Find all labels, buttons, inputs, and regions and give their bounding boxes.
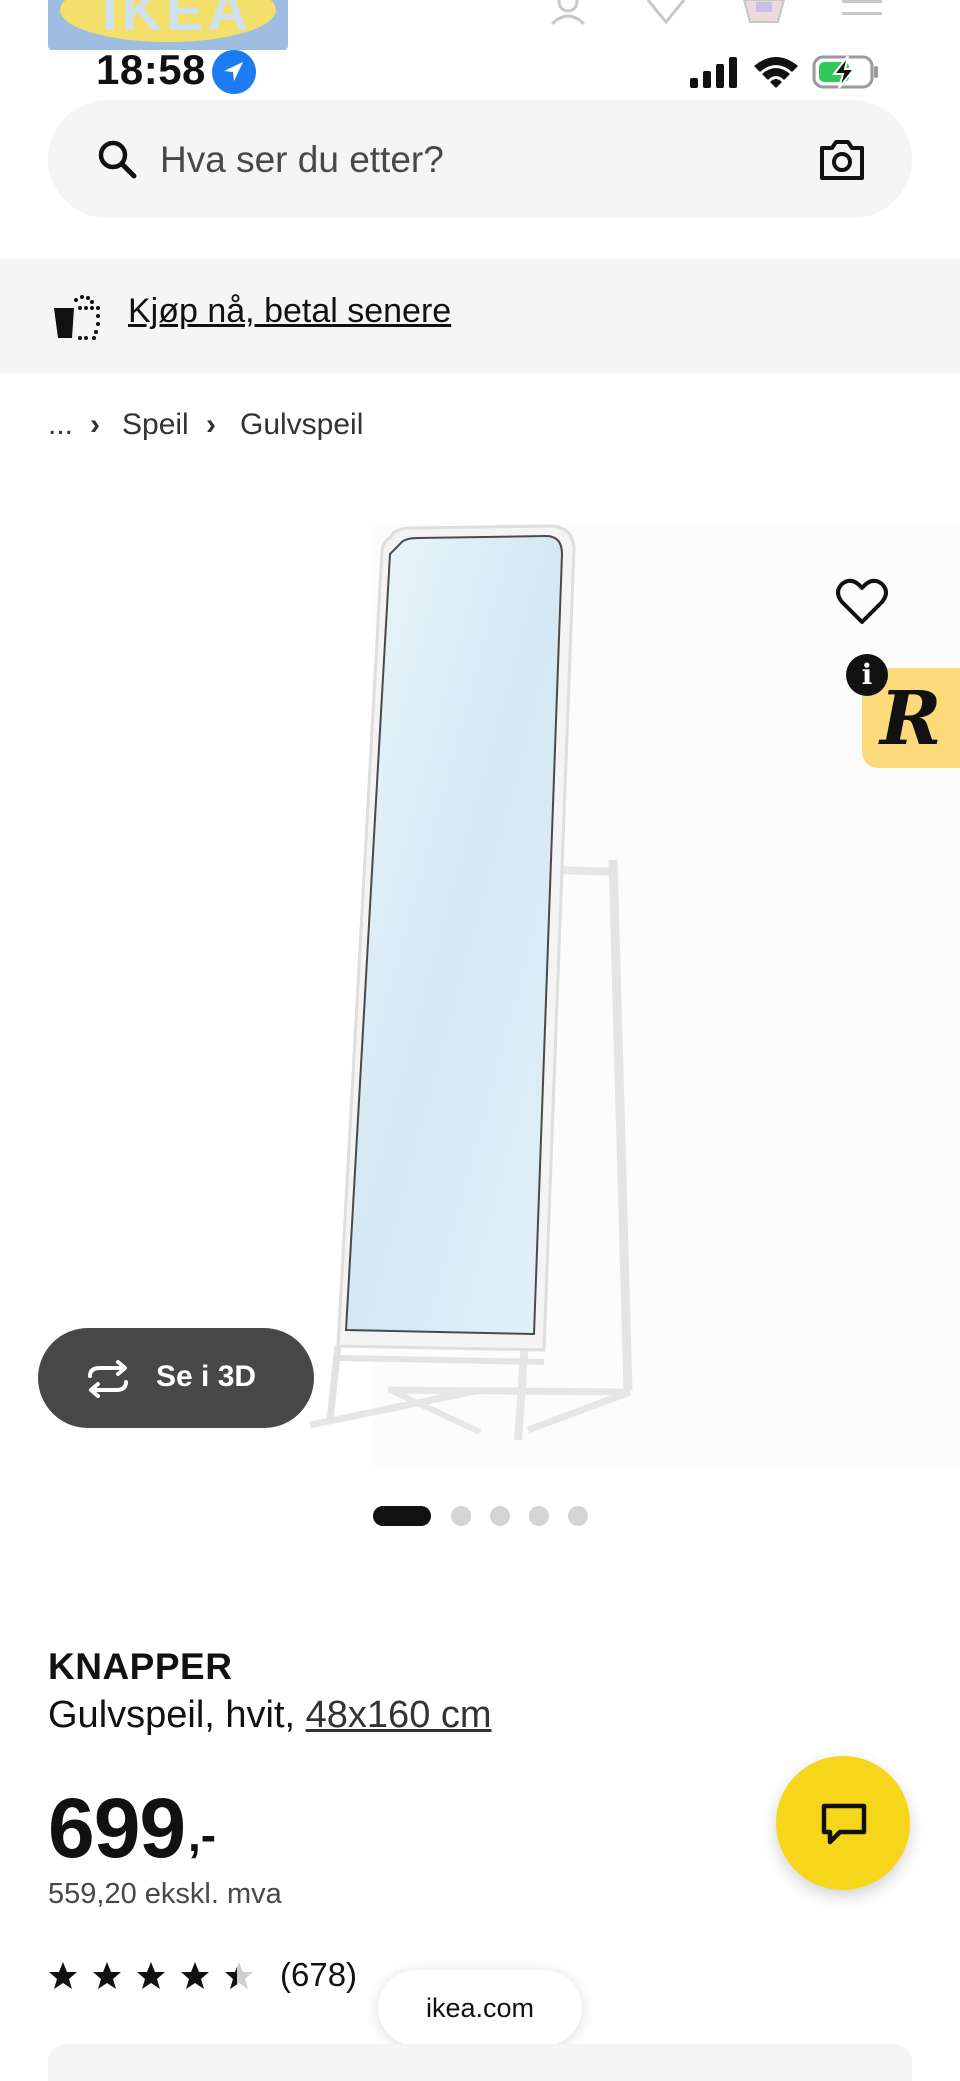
- breadcrumb-separator: ›: [90, 408, 100, 441]
- carousel-dot[interactable]: [451, 1506, 471, 1526]
- info-icon[interactable]: i: [846, 654, 888, 696]
- breadcrumb-item-speil[interactable]: Speil: [122, 408, 189, 442]
- wifi-icon: [754, 57, 798, 88]
- rotate-3d-icon: [88, 1360, 128, 1398]
- buy-now-pay-later-link[interactable]: Kjøp nå, betal senere: [128, 292, 451, 331]
- user-icon[interactable]: [546, 0, 590, 26]
- signal-icon: [690, 57, 737, 88]
- carousel-dot[interactable]: [529, 1506, 549, 1526]
- menu-icon[interactable]: [840, 0, 884, 26]
- rating-extension-letter: R: [880, 676, 942, 762]
- chat-icon: [821, 1803, 867, 1845]
- breadcrumb-item-gulvspeil[interactable]: Gulvspeil: [240, 408, 363, 442]
- view-in-3d-label: Se i 3D: [156, 1360, 257, 1393]
- search-input[interactable]: [160, 124, 780, 196]
- browser-domain-pill[interactable]: ikea.com: [378, 1970, 582, 2046]
- product-image-mirror[interactable]: [300, 520, 660, 1450]
- product-name: KNAPPER: [48, 1646, 233, 1687]
- carousel-dot[interactable]: [490, 1506, 510, 1526]
- battery-charging-icon: [812, 55, 878, 89]
- product-size-link[interactable]: 48x160 cm: [306, 1694, 492, 1736]
- ikea-logo[interactable]: IKEA: [48, 0, 288, 50]
- favorite-heart-icon[interactable]: [836, 578, 888, 626]
- review-count[interactable]: (678): [280, 1956, 357, 1994]
- product-description-text: Gulvspeil, hvit,: [48, 1694, 306, 1736]
- heart-icon[interactable]: [644, 0, 688, 26]
- bottom-card: [48, 2044, 912, 2081]
- carousel-dot[interactable]: [568, 1506, 588, 1526]
- breadcrumb-ellipsis[interactable]: ...: [48, 408, 73, 442]
- status-time: 18:58: [96, 46, 206, 93]
- basket-icon[interactable]: [742, 0, 786, 26]
- product-description: Gulvspeil, hvit, 48x160 cm: [48, 1694, 492, 1737]
- logo-text: IKEA: [102, 0, 252, 42]
- search-icon[interactable]: [96, 138, 138, 180]
- rating-stars[interactable]: [48, 1956, 260, 1996]
- product-price-suffix: ,-: [188, 1809, 217, 1861]
- dotted-basket-icon: [54, 295, 100, 340]
- price-excl-vat: 559,20 ekskl. mva: [48, 1878, 282, 1910]
- breadcrumb-separator: ›: [206, 408, 216, 441]
- camera-icon[interactable]: [818, 138, 866, 182]
- product-price: 699: [48, 1781, 186, 1875]
- location-arrow-icon: [212, 50, 256, 94]
- carousel-dot[interactable]: [373, 1506, 431, 1526]
